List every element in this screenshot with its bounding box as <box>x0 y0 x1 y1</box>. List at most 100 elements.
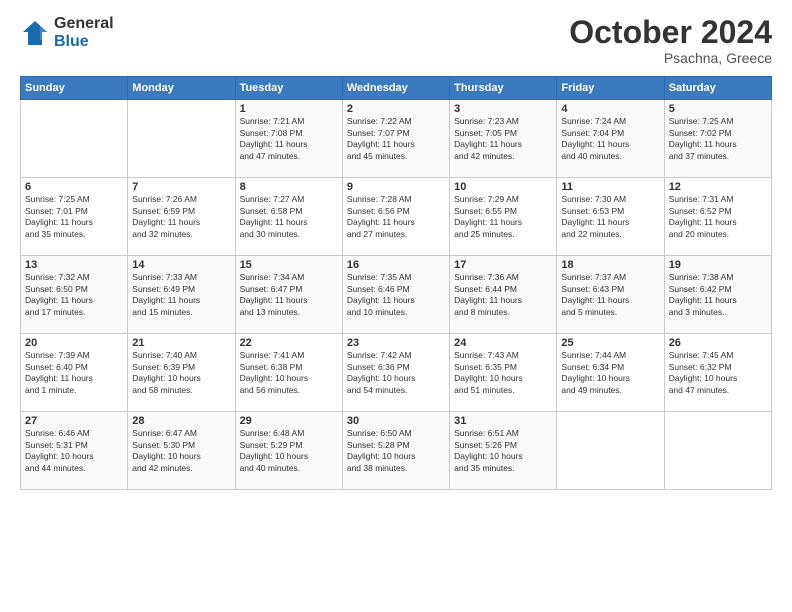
week-row-1: 6Sunrise: 7:25 AM Sunset: 7:01 PM Daylig… <box>21 178 772 256</box>
day-info: Sunrise: 7:40 AM Sunset: 6:39 PM Dayligh… <box>132 350 230 396</box>
day-cell-w2-d5: 18Sunrise: 7:37 AM Sunset: 6:43 PM Dayli… <box>557 256 664 334</box>
day-info: Sunrise: 7:27 AM Sunset: 6:58 PM Dayligh… <box>240 194 338 240</box>
day-info: Sunrise: 6:48 AM Sunset: 5:29 PM Dayligh… <box>240 428 338 474</box>
week-row-0: 1Sunrise: 7:21 AM Sunset: 7:08 PM Daylig… <box>21 100 772 178</box>
day-cell-w1-d5: 11Sunrise: 7:30 AM Sunset: 6:53 PM Dayli… <box>557 178 664 256</box>
day-info: Sunrise: 7:30 AM Sunset: 6:53 PM Dayligh… <box>561 194 659 240</box>
day-number: 18 <box>561 259 659 271</box>
col-tuesday: Tuesday <box>235 77 342 100</box>
day-cell-w2-d2: 15Sunrise: 7:34 AM Sunset: 6:47 PM Dayli… <box>235 256 342 334</box>
day-info: Sunrise: 7:35 AM Sunset: 6:46 PM Dayligh… <box>347 272 445 318</box>
day-cell-w2-d1: 14Sunrise: 7:33 AM Sunset: 6:49 PM Dayli… <box>128 256 235 334</box>
day-cell-w3-d5: 25Sunrise: 7:44 AM Sunset: 6:34 PM Dayli… <box>557 334 664 412</box>
logo: General Blue <box>20 15 114 50</box>
day-info: Sunrise: 7:26 AM Sunset: 6:59 PM Dayligh… <box>132 194 230 240</box>
location: Psachna, Greece <box>569 50 772 66</box>
day-number: 21 <box>132 337 230 349</box>
day-number: 17 <box>454 259 552 271</box>
day-number: 12 <box>669 181 767 193</box>
header: General Blue October 2024 Psachna, Greec… <box>20 15 772 66</box>
day-info: Sunrise: 6:51 AM Sunset: 5:26 PM Dayligh… <box>454 428 552 474</box>
day-cell-w0-d2: 1Sunrise: 7:21 AM Sunset: 7:08 PM Daylig… <box>235 100 342 178</box>
day-info: Sunrise: 7:43 AM Sunset: 6:35 PM Dayligh… <box>454 350 552 396</box>
day-number: 25 <box>561 337 659 349</box>
day-info: Sunrise: 6:46 AM Sunset: 5:31 PM Dayligh… <box>25 428 123 474</box>
day-number: 14 <box>132 259 230 271</box>
day-info: Sunrise: 7:41 AM Sunset: 6:38 PM Dayligh… <box>240 350 338 396</box>
day-number: 15 <box>240 259 338 271</box>
day-cell-w4-d5 <box>557 412 664 490</box>
day-cell-w1-d2: 8Sunrise: 7:27 AM Sunset: 6:58 PM Daylig… <box>235 178 342 256</box>
day-info: Sunrise: 7:42 AM Sunset: 6:36 PM Dayligh… <box>347 350 445 396</box>
calendar-body: 1Sunrise: 7:21 AM Sunset: 7:08 PM Daylig… <box>21 100 772 490</box>
day-number: 24 <box>454 337 552 349</box>
day-cell-w0-d6: 5Sunrise: 7:25 AM Sunset: 7:02 PM Daylig… <box>664 100 771 178</box>
day-info: Sunrise: 6:50 AM Sunset: 5:28 PM Dayligh… <box>347 428 445 474</box>
logo-text: General Blue <box>54 15 114 50</box>
day-number: 6 <box>25 181 123 193</box>
day-info: Sunrise: 7:25 AM Sunset: 7:02 PM Dayligh… <box>669 116 767 162</box>
day-cell-w4-d6 <box>664 412 771 490</box>
day-info: Sunrise: 7:38 AM Sunset: 6:42 PM Dayligh… <box>669 272 767 318</box>
day-number: 29 <box>240 415 338 427</box>
day-info: Sunrise: 7:24 AM Sunset: 7:04 PM Dayligh… <box>561 116 659 162</box>
day-info: Sunrise: 7:28 AM Sunset: 6:56 PM Dayligh… <box>347 194 445 240</box>
day-number: 7 <box>132 181 230 193</box>
day-number: 3 <box>454 103 552 115</box>
day-number: 19 <box>669 259 767 271</box>
day-info: Sunrise: 7:37 AM Sunset: 6:43 PM Dayligh… <box>561 272 659 318</box>
day-number: 1 <box>240 103 338 115</box>
calendar-table: Sunday Monday Tuesday Wednesday Thursday… <box>20 76 772 490</box>
day-cell-w0-d0 <box>21 100 128 178</box>
day-cell-w1-d3: 9Sunrise: 7:28 AM Sunset: 6:56 PM Daylig… <box>342 178 449 256</box>
day-cell-w4-d0: 27Sunrise: 6:46 AM Sunset: 5:31 PM Dayli… <box>21 412 128 490</box>
day-cell-w3-d4: 24Sunrise: 7:43 AM Sunset: 6:35 PM Dayli… <box>450 334 557 412</box>
day-info: Sunrise: 6:47 AM Sunset: 5:30 PM Dayligh… <box>132 428 230 474</box>
day-number: 23 <box>347 337 445 349</box>
week-row-3: 20Sunrise: 7:39 AM Sunset: 6:40 PM Dayli… <box>21 334 772 412</box>
day-cell-w3-d1: 21Sunrise: 7:40 AM Sunset: 6:39 PM Dayli… <box>128 334 235 412</box>
week-row-4: 27Sunrise: 6:46 AM Sunset: 5:31 PM Dayli… <box>21 412 772 490</box>
day-info: Sunrise: 7:39 AM Sunset: 6:40 PM Dayligh… <box>25 350 123 396</box>
day-number: 31 <box>454 415 552 427</box>
day-cell-w1-d6: 12Sunrise: 7:31 AM Sunset: 6:52 PM Dayli… <box>664 178 771 256</box>
day-info: Sunrise: 7:22 AM Sunset: 7:07 PM Dayligh… <box>347 116 445 162</box>
day-number: 26 <box>669 337 767 349</box>
day-info: Sunrise: 7:33 AM Sunset: 6:49 PM Dayligh… <box>132 272 230 318</box>
day-info: Sunrise: 7:36 AM Sunset: 6:44 PM Dayligh… <box>454 272 552 318</box>
day-number: 5 <box>669 103 767 115</box>
day-cell-w2-d3: 16Sunrise: 7:35 AM Sunset: 6:46 PM Dayli… <box>342 256 449 334</box>
day-cell-w4-d2: 29Sunrise: 6:48 AM Sunset: 5:29 PM Dayli… <box>235 412 342 490</box>
col-wednesday: Wednesday <box>342 77 449 100</box>
day-number: 2 <box>347 103 445 115</box>
logo-blue-text: Blue <box>54 33 114 51</box>
page: General Blue October 2024 Psachna, Greec… <box>0 0 792 612</box>
col-thursday: Thursday <box>450 77 557 100</box>
day-cell-w4-d3: 30Sunrise: 6:50 AM Sunset: 5:28 PM Dayli… <box>342 412 449 490</box>
day-number: 27 <box>25 415 123 427</box>
day-cell-w0-d1 <box>128 100 235 178</box>
day-number: 16 <box>347 259 445 271</box>
day-info: Sunrise: 7:23 AM Sunset: 7:05 PM Dayligh… <box>454 116 552 162</box>
day-cell-w2-d4: 17Sunrise: 7:36 AM Sunset: 6:44 PM Dayli… <box>450 256 557 334</box>
day-info: Sunrise: 7:45 AM Sunset: 6:32 PM Dayligh… <box>669 350 767 396</box>
day-info: Sunrise: 7:25 AM Sunset: 7:01 PM Dayligh… <box>25 194 123 240</box>
week-row-2: 13Sunrise: 7:32 AM Sunset: 6:50 PM Dayli… <box>21 256 772 334</box>
day-number: 4 <box>561 103 659 115</box>
day-cell-w1-d1: 7Sunrise: 7:26 AM Sunset: 6:59 PM Daylig… <box>128 178 235 256</box>
day-info: Sunrise: 7:31 AM Sunset: 6:52 PM Dayligh… <box>669 194 767 240</box>
day-cell-w3-d3: 23Sunrise: 7:42 AM Sunset: 6:36 PM Dayli… <box>342 334 449 412</box>
day-number: 10 <box>454 181 552 193</box>
title-block: October 2024 Psachna, Greece <box>569 15 772 66</box>
day-cell-w4-d4: 31Sunrise: 6:51 AM Sunset: 5:26 PM Dayli… <box>450 412 557 490</box>
day-cell-w0-d3: 2Sunrise: 7:22 AM Sunset: 7:07 PM Daylig… <box>342 100 449 178</box>
month-title: October 2024 <box>569 15 772 50</box>
day-info: Sunrise: 7:44 AM Sunset: 6:34 PM Dayligh… <box>561 350 659 396</box>
day-number: 28 <box>132 415 230 427</box>
day-cell-w0-d5: 4Sunrise: 7:24 AM Sunset: 7:04 PM Daylig… <box>557 100 664 178</box>
day-number: 20 <box>25 337 123 349</box>
logo-general-text: General <box>54 15 114 33</box>
day-info: Sunrise: 7:21 AM Sunset: 7:08 PM Dayligh… <box>240 116 338 162</box>
day-cell-w2-d6: 19Sunrise: 7:38 AM Sunset: 6:42 PM Dayli… <box>664 256 771 334</box>
day-number: 13 <box>25 259 123 271</box>
